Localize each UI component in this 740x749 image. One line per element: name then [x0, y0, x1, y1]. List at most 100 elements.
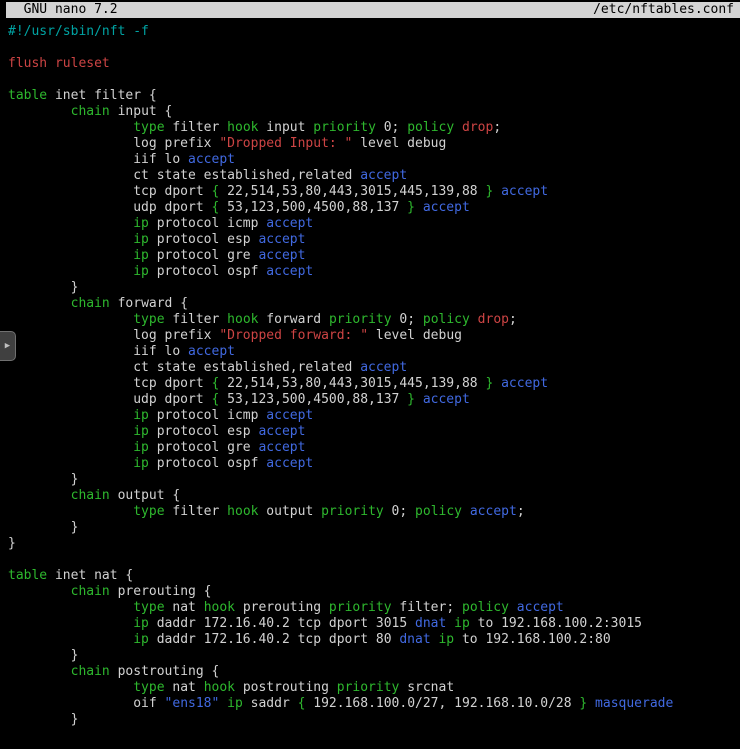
code-token	[587, 696, 595, 711]
code-token	[8, 312, 133, 327]
code-token: tcp dport	[8, 376, 212, 391]
code-token: accept	[258, 424, 305, 439]
code-line: table inet nat {	[8, 568, 740, 584]
code-token: accept	[188, 152, 235, 167]
code-token	[8, 104, 71, 119]
code-token	[446, 616, 454, 631]
code-token	[8, 296, 71, 311]
code-token: accept	[360, 168, 407, 183]
code-area[interactable]: #!/usr/sbin/nft -fflush rulesettable ine…	[8, 24, 740, 728]
code-token: input {	[110, 104, 173, 119]
code-line: ip protocol esp accept	[8, 424, 740, 440]
code-token: protocol esp	[149, 424, 259, 439]
code-line: ip protocol icmp accept	[8, 408, 740, 424]
code-token: ;	[517, 504, 525, 519]
code-line: type filter hook output priority 0; poli…	[8, 504, 740, 520]
code-token: to 192.168.100.2:80	[454, 632, 611, 647]
code-token: table	[8, 88, 47, 103]
code-token: accept	[423, 392, 470, 407]
code-token	[8, 440, 133, 455]
code-token: protocol ospf	[149, 264, 266, 279]
code-token: accept	[517, 600, 564, 615]
code-line: type nat hook prerouting priority filter…	[8, 600, 740, 616]
code-line: chain postrouting {	[8, 664, 740, 680]
code-token: postrouting	[235, 680, 337, 695]
code-token: priority	[337, 680, 400, 695]
code-token: }	[8, 536, 16, 551]
code-token: output	[258, 504, 321, 519]
code-token: to 192.168.100.2:3015	[470, 616, 642, 631]
code-line: oif "ens18" ip saddr { 192.168.100.0/27,…	[8, 696, 740, 712]
code-token: ct state established,related	[8, 168, 360, 183]
code-line: chain output {	[8, 488, 740, 504]
code-token: type	[133, 504, 164, 519]
code-token: 0;	[376, 120, 407, 135]
code-token: accept	[423, 200, 470, 215]
code-token	[8, 248, 133, 263]
code-token: 22,514,53,80,443,3015,445,139,88	[219, 376, 485, 391]
code-token: chain	[71, 584, 110, 599]
code-token: log prefix	[8, 328, 219, 343]
code-token: accept	[188, 344, 235, 359]
code-token	[415, 392, 423, 407]
code-line: ct state established,related accept	[8, 360, 740, 376]
code-line	[8, 40, 740, 56]
code-token: hook	[204, 680, 235, 695]
code-token: protocol gre	[149, 248, 259, 263]
sidebar-toggle-tab[interactable]: ▶	[0, 331, 16, 361]
code-line: tcp dport { 22,514,53,80,443,3015,445,13…	[8, 184, 740, 200]
code-token: ip	[438, 632, 454, 647]
code-token	[8, 584, 71, 599]
code-token: protocol ospf	[149, 456, 266, 471]
code-line: ip protocol gre accept	[8, 248, 740, 264]
code-token	[8, 488, 71, 503]
code-line: ip protocol ospf accept	[8, 264, 740, 280]
code-token: udp dport	[8, 200, 212, 215]
code-line: }	[8, 472, 740, 488]
code-line: ip protocol esp accept	[8, 232, 740, 248]
code-token	[493, 376, 501, 391]
code-token: policy	[407, 120, 454, 135]
code-token: 0;	[384, 504, 415, 519]
code-token	[462, 504, 470, 519]
code-token: ip	[133, 456, 149, 471]
code-token: drop	[478, 312, 509, 327]
code-line: table inet filter {	[8, 88, 740, 104]
code-token: }	[407, 392, 415, 407]
code-token: saddr	[243, 696, 298, 711]
code-token: filter	[165, 504, 228, 519]
code-token: srcnat	[399, 680, 454, 695]
code-line: log prefix "Dropped forward: " level deb…	[8, 328, 740, 344]
code-token: ip	[133, 264, 149, 279]
code-token: 22,514,53,80,443,3015,445,139,88	[219, 184, 485, 199]
code-token: iif lo	[8, 344, 188, 359]
code-token: tcp dport	[8, 184, 212, 199]
code-token	[219, 696, 227, 711]
code-token: ip	[133, 616, 149, 631]
code-token: daddr 172.16.40.2 tcp dport 80	[149, 632, 399, 647]
code-token: }	[8, 712, 78, 727]
code-line	[8, 72, 740, 88]
code-token: }	[8, 520, 78, 535]
code-token: ip	[133, 216, 149, 231]
code-token: }	[407, 200, 415, 215]
code-token: accept	[266, 456, 313, 471]
code-token: prerouting	[235, 600, 329, 615]
code-line: flush ruleset	[8, 56, 740, 72]
code-token: chain	[71, 104, 110, 119]
code-line: udp dport { 53,123,500,4500,88,137 } acc…	[8, 392, 740, 408]
code-token: masquerade	[595, 696, 673, 711]
code-token: chain	[71, 296, 110, 311]
code-line: }	[8, 536, 740, 552]
code-line: ip protocol ospf accept	[8, 456, 740, 472]
code-token: }	[8, 280, 78, 295]
code-token: policy	[415, 504, 462, 519]
code-token: oif	[8, 696, 165, 711]
code-token: input	[258, 120, 313, 135]
code-token	[8, 600, 133, 615]
code-token: priority	[329, 600, 392, 615]
code-token: accept	[470, 504, 517, 519]
code-line: tcp dport { 22,514,53,80,443,3015,445,13…	[8, 376, 740, 392]
code-token: log prefix	[8, 136, 219, 151]
code-token: hook	[204, 600, 235, 615]
